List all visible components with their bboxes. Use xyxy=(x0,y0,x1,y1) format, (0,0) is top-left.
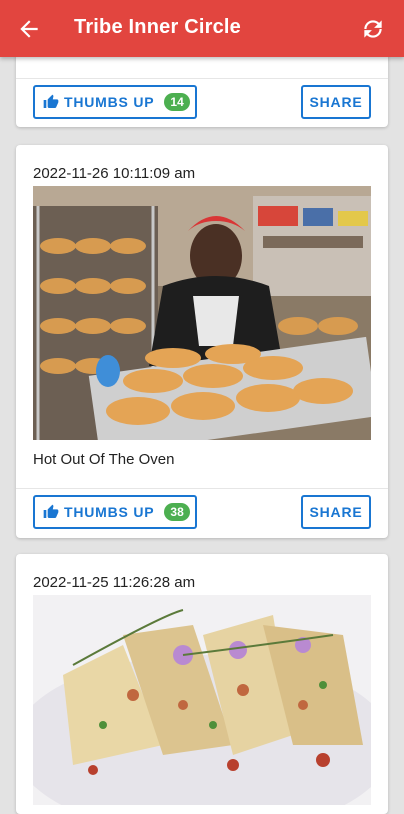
share-button[interactable]: SHARE xyxy=(301,495,371,529)
app-bar: Tribe Inner Circle xyxy=(0,0,404,57)
post-card: 2022-11-26 10:11:09 am Hot Out Of The Ov… xyxy=(16,145,388,538)
share-button[interactable]: SHARE xyxy=(301,85,371,119)
card-divider xyxy=(16,488,388,489)
thumb-up-icon xyxy=(43,94,59,108)
post-timestamp: 2022-11-26 10:11:09 am xyxy=(33,165,196,182)
thumbs-up-label: THUMBS UP xyxy=(64,94,155,110)
thumb-up-icon xyxy=(43,504,59,518)
refresh-icon[interactable] xyxy=(360,16,386,42)
thumbs-up-button[interactable]: THUMBS UP 38 xyxy=(33,495,197,529)
post-photo[interactable] xyxy=(33,595,371,805)
arrow-back-icon[interactable] xyxy=(16,16,42,42)
thumbs-up-label: THUMBS UP xyxy=(64,504,155,520)
post-card: 2022-11-25 11:26:28 am xyxy=(16,554,388,814)
card-divider xyxy=(16,78,388,79)
thumbs-up-button[interactable]: THUMBS UP 14 xyxy=(33,85,197,119)
thumbs-count-badge: 38 xyxy=(164,503,190,521)
app-title: Tribe Inner Circle xyxy=(74,16,241,38)
post-caption: Hot Out Of The Oven xyxy=(33,451,175,468)
post-timestamp: 2022-11-25 11:26:28 am xyxy=(33,574,196,591)
post-photo[interactable] xyxy=(33,186,371,440)
thumbs-count-badge: 14 xyxy=(164,93,190,111)
